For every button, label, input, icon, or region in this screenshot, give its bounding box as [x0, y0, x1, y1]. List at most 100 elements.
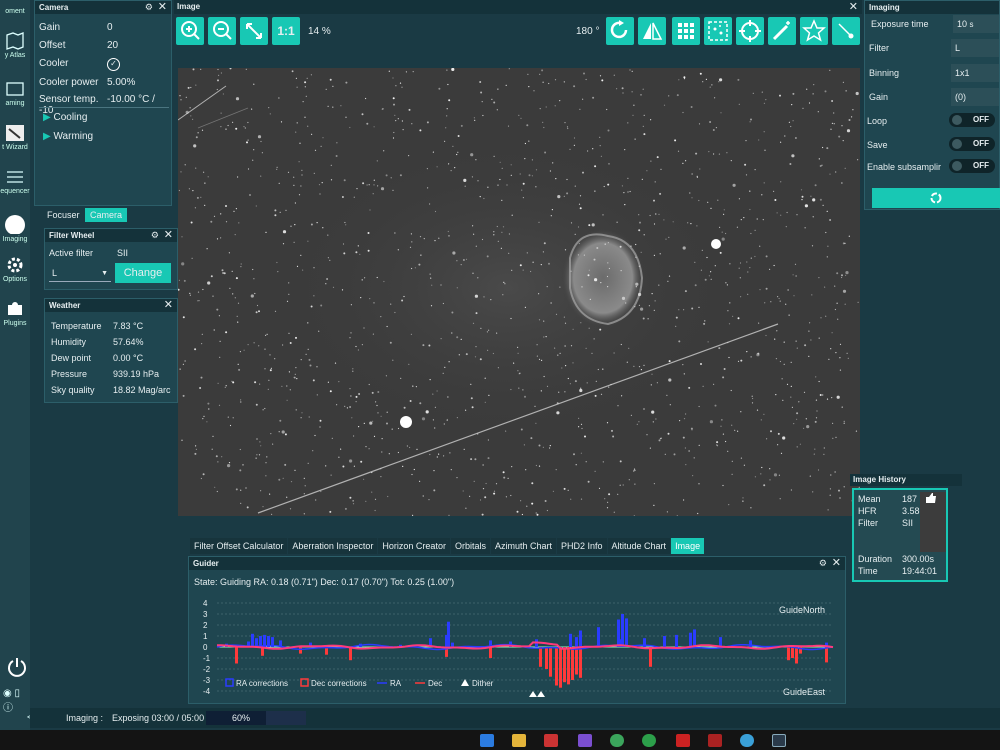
star — [631, 91, 633, 93]
nav-options[interactable]: Options — [0, 256, 30, 283]
start-icon[interactable] — [480, 734, 494, 747]
star-detection-button[interactable] — [704, 17, 732, 45]
star — [449, 452, 451, 454]
history-thumbnail[interactable]: Mean 187 HFR 3.58 Filter SII Duration 300.00… — [852, 488, 948, 582]
capture-button[interactable] — [872, 188, 1000, 208]
app-icon[interactable] — [544, 734, 558, 747]
close-icon[interactable]: ✕ — [164, 229, 173, 241]
star — [594, 278, 598, 282]
star — [479, 358, 482, 361]
star — [776, 330, 778, 332]
star — [511, 269, 513, 271]
image-canvas[interactable] — [178, 68, 860, 516]
close-icon[interactable]: ✕ — [832, 557, 841, 569]
rotate-button[interactable] — [606, 17, 634, 45]
star — [202, 418, 204, 420]
power-icon[interactable] — [6, 656, 28, 678]
subsample-toggle[interactable]: OFF — [949, 159, 995, 173]
zoom-out-button[interactable] — [208, 17, 236, 45]
nav-imaging[interactable]: Imaging — [0, 212, 30, 243]
tab-horizon[interactable]: Horizon Creator — [378, 538, 450, 554]
y-tick-label: 2 — [203, 621, 208, 630]
grid-button[interactable] — [672, 17, 700, 45]
exposure-input[interactable]: 10 s — [953, 15, 999, 33]
label: Mean — [858, 494, 881, 504]
folder-icon[interactable] — [512, 734, 526, 747]
star — [446, 69, 448, 71]
grid-icon — [678, 23, 694, 39]
change-filter-button[interactable]: Change — [115, 263, 171, 283]
filter-input[interactable]: L — [951, 39, 999, 57]
crosshair-button[interactable] — [736, 17, 764, 45]
flip-button[interactable] — [638, 17, 666, 45]
bottom-icons[interactable]: ◉ ▯ ⓘ — [3, 688, 30, 714]
nav-label: aming — [5, 100, 25, 107]
save-toggle[interactable]: OFF — [949, 137, 995, 151]
star — [409, 446, 411, 449]
ra-correction-bar — [663, 636, 666, 647]
settings-icon[interactable]: ⚙ — [151, 229, 159, 242]
star — [542, 121, 544, 123]
star — [516, 510, 519, 513]
app-icon[interactable] — [740, 734, 754, 747]
close-icon[interactable]: ✕ — [849, 0, 858, 14]
star — [457, 151, 459, 153]
sequencer-icon — [7, 171, 23, 183]
star — [535, 169, 538, 171]
star — [711, 84, 713, 86]
star — [535, 464, 537, 467]
meteor-button[interactable] — [832, 17, 860, 45]
nina-icon[interactable] — [772, 734, 786, 747]
nav-flat-wizard[interactable]: t Wizard — [0, 124, 30, 151]
nav-plugins[interactable]: Plugins — [0, 300, 30, 327]
gain-input[interactable]: (0) — [951, 88, 999, 106]
rotate-icon — [610, 20, 628, 39]
label: Dew point — [51, 353, 92, 363]
star-button[interactable] — [800, 17, 828, 45]
one-to-one-button[interactable]: 1:1 — [272, 17, 300, 45]
tab-focuser[interactable]: Focuser — [44, 208, 83, 222]
tab-aberration[interactable]: Aberration Inspector — [288, 538, 378, 554]
star — [300, 417, 302, 419]
star — [731, 460, 733, 462]
tab-orbitals[interactable]: Orbitals — [450, 538, 490, 554]
auto-stretch-button[interactable] — [768, 17, 796, 45]
star — [536, 355, 538, 357]
warming-button[interactable]: ▶ Warming — [43, 131, 93, 142]
nav-framing[interactable]: aming — [0, 80, 30, 107]
star — [434, 210, 437, 213]
star — [185, 110, 189, 114]
star — [847, 357, 849, 359]
tab-image[interactable]: Image — [671, 538, 705, 554]
tab-filter-offset[interactable]: Filter Offset Calculator — [190, 538, 288, 554]
settings-icon[interactable]: ⚙ — [819, 557, 827, 570]
app-icon[interactable] — [578, 734, 592, 747]
app-icon[interactable] — [708, 734, 722, 747]
star — [193, 144, 197, 148]
nav-sequencer[interactable]: equencer — [0, 168, 30, 195]
star — [743, 217, 745, 219]
close-icon[interactable]: ✕ — [158, 1, 167, 13]
nav-equipment[interactable]: oment — [0, 8, 30, 15]
tab-phd2[interactable]: PHD2 Info — [557, 538, 607, 554]
settings-icon[interactable]: ⚙ — [145, 1, 153, 14]
star — [282, 230, 287, 234]
chrome-icon[interactable] — [610, 734, 624, 747]
tab-altitude[interactable]: Altitude Chart — [607, 538, 671, 554]
zoom-in-button[interactable] — [176, 17, 204, 45]
close-icon[interactable]: ✕ — [164, 299, 173, 311]
nav-sky-atlas[interactable]: y Atlas — [0, 32, 30, 59]
tab-azimuth[interactable]: Azimuth Chart — [490, 538, 556, 554]
star — [524, 395, 526, 398]
star — [684, 290, 687, 293]
star — [239, 351, 241, 353]
app-icon[interactable] — [676, 734, 690, 747]
star — [255, 403, 258, 406]
tab-camera[interactable]: Camera — [85, 208, 128, 222]
app-icon[interactable] — [642, 734, 656, 747]
fit-button[interactable] — [240, 17, 268, 45]
cooling-button[interactable]: ▶ Cooling — [43, 112, 87, 123]
filter-select[interactable]: L ▼ — [49, 265, 111, 282]
loop-toggle[interactable]: OFF — [949, 113, 995, 127]
binning-select[interactable]: 1x1 — [951, 64, 999, 82]
